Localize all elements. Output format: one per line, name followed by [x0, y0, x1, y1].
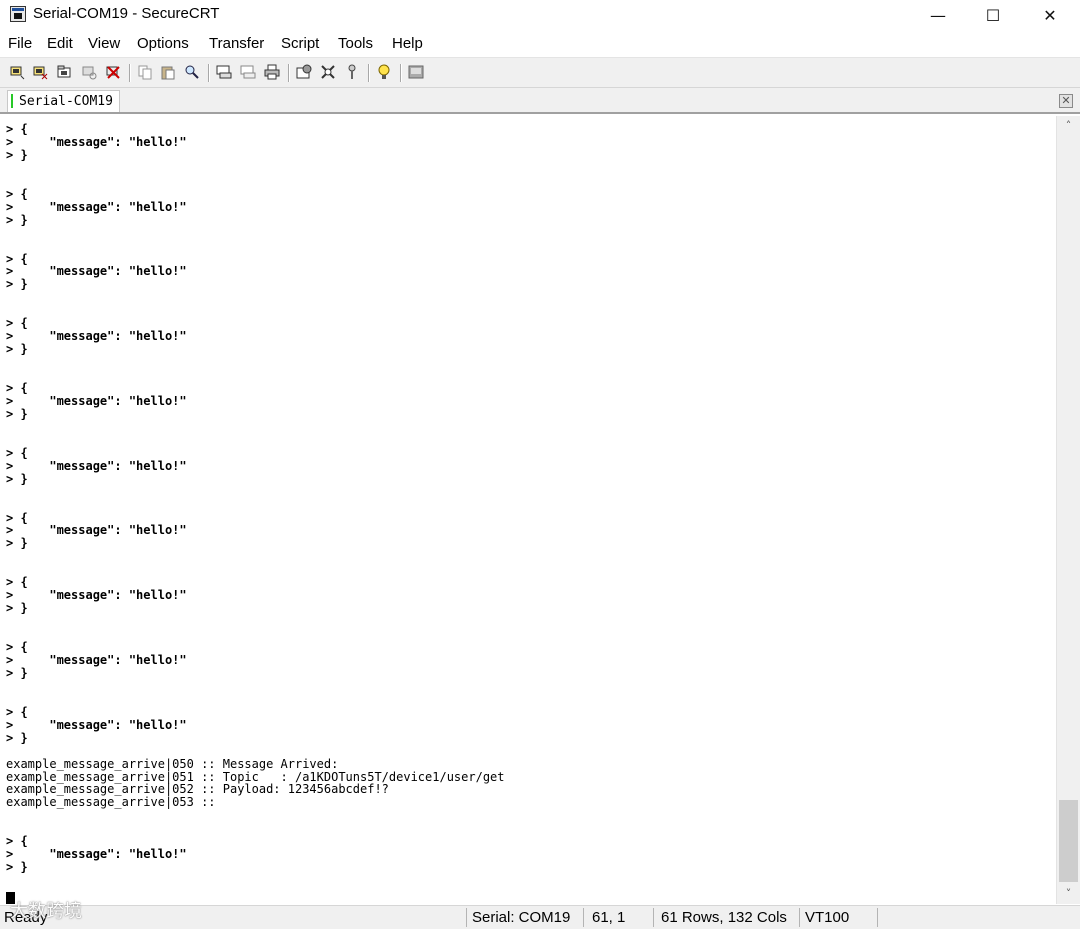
terminal-line: > "message": "hello!"	[6, 458, 187, 473]
terminal-line: > }	[6, 277, 28, 292]
status-separator	[653, 908, 654, 927]
connection-status-indicator	[11, 94, 13, 108]
minimize-button[interactable]: —	[909, 0, 967, 30]
session-tab-bar: Serial-COM19 ✕	[0, 88, 1080, 114]
terminal-line: > }	[6, 471, 28, 486]
status-emulation: VT100	[805, 909, 850, 926]
close-tab-button[interactable]: ✕	[1059, 94, 1073, 108]
status-dimensions: 61 Rows, 132 Cols	[661, 909, 787, 926]
terminal-line: > }	[6, 212, 28, 227]
status-separator	[799, 908, 800, 927]
terminal-line: > "message": "hello!"	[6, 393, 187, 408]
terminal-line: > }	[6, 601, 28, 616]
terminal-line: > {	[6, 186, 28, 201]
menu-tools[interactable]: Tools	[338, 35, 373, 52]
menu-transfer[interactable]: Transfer	[209, 35, 264, 52]
window-title: Serial-COM19 - SecureCRT	[33, 5, 220, 22]
global-options-icon[interactable]	[320, 64, 336, 80]
toolbar-separator	[208, 64, 210, 82]
menu-bar: File Edit View Options Transfer Script T…	[0, 30, 1080, 58]
terminal-output[interactable]: > {> "message": "hello!" > } > {> "message…	[0, 116, 1056, 904]
terminal-line: > }	[6, 665, 28, 680]
status-separator	[583, 908, 584, 927]
terminal-line: > "message": "hello!"	[6, 329, 187, 344]
connect-in-tab-icon[interactable]	[57, 64, 73, 80]
terminal-line: example_message_arrive|050 :: Message Ar…	[6, 756, 339, 771]
terminal-scrollbar[interactable]: ˄ ˅	[1056, 116, 1080, 904]
menu-options[interactable]: Options	[137, 35, 189, 52]
terminal-line: > "message": "hello!"	[6, 717, 187, 732]
toolbar-separator	[288, 64, 290, 82]
menu-view[interactable]: View	[88, 35, 120, 52]
print-screen-icon[interactable]	[216, 64, 232, 80]
keymap-icon[interactable]	[344, 64, 360, 80]
paste-icon[interactable]	[160, 64, 176, 80]
print-selection-icon[interactable]	[240, 64, 256, 80]
scroll-down-icon[interactable]: ˅	[1057, 884, 1080, 904]
toolbar-separator	[368, 64, 370, 82]
terminal-line: > }	[6, 147, 28, 162]
status-separator	[466, 908, 467, 927]
tab-serial-com19[interactable]: Serial-COM19	[7, 90, 120, 112]
status-separator	[877, 908, 878, 927]
session-options-icon[interactable]	[296, 64, 312, 80]
terminal-line: > "message": "hello!"	[6, 264, 187, 279]
menu-help[interactable]: Help	[392, 35, 423, 52]
title-bar: Serial-COM19 - SecureCRT — ☐ ✕	[0, 0, 1080, 30]
close-button[interactable]: ✕	[1021, 0, 1079, 30]
reconnect-icon[interactable]	[81, 64, 97, 80]
menu-script[interactable]: Script	[281, 35, 319, 52]
terminal-line: > "message": "hello!"	[6, 134, 187, 149]
tab-label: Serial-COM19	[19, 94, 113, 109]
connect-icon[interactable]	[9, 64, 25, 80]
toolbar-separator	[129, 64, 131, 82]
status-connection: Serial: COM19	[472, 909, 571, 926]
terminal-line: > }	[6, 342, 28, 357]
terminal-line: example_message_arrive|053 ::	[6, 795, 216, 810]
terminal-line: > "message": "hello!"	[6, 523, 187, 538]
terminal-line: > "message": "hello!"	[6, 588, 187, 603]
terminal-line: > }	[6, 730, 28, 745]
terminal-line: > {	[6, 704, 28, 719]
terminal-line: > "message": "hello!"	[6, 199, 187, 214]
menu-edit[interactable]: Edit	[47, 35, 73, 52]
terminal-line: > }	[6, 406, 28, 421]
scroll-up-icon[interactable]: ˄	[1057, 116, 1080, 136]
status-cursor-position: 61, 1	[592, 909, 626, 926]
terminal-line: > }	[6, 536, 28, 551]
status-bar: Ready Serial: COM19 61, 1 61 Rows, 132 C…	[0, 905, 1080, 929]
print-icon[interactable]	[264, 64, 280, 80]
toolbar	[0, 58, 1080, 88]
find-icon[interactable]	[184, 64, 200, 80]
terminal-line: > "message": "hello!"	[6, 652, 187, 667]
watermark-overlay: 大数跨境	[10, 901, 82, 922]
scroll-thumb[interactable]	[1059, 800, 1078, 882]
maximize-button[interactable]: ☐	[964, 0, 1022, 30]
terminal-line: > "message": "hello!"	[6, 847, 187, 862]
menu-file[interactable]: File	[8, 35, 32, 52]
toolbar-separator	[400, 64, 402, 82]
sftp-icon[interactable]	[408, 64, 424, 80]
copy-icon[interactable]	[137, 64, 153, 80]
terminal-line: > {	[6, 445, 28, 460]
securecrt-app-icon[interactable]	[10, 6, 26, 22]
help-icon[interactable]	[376, 64, 392, 80]
quick-connect-icon[interactable]	[32, 64, 48, 80]
terminal-line: > }	[6, 860, 28, 875]
disconnect-icon[interactable]	[105, 64, 121, 80]
